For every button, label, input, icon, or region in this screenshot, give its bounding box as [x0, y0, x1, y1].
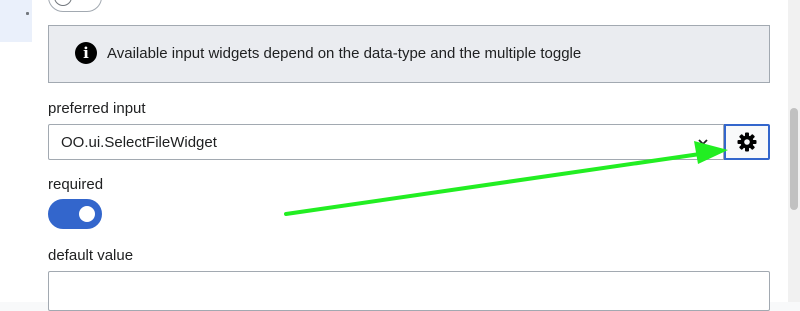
toggle-knob [54, 0, 72, 6]
toggle-knob [79, 206, 95, 222]
required-label: required [48, 176, 104, 193]
nav-indicator-icon [26, 12, 29, 15]
scrollbar-thumb[interactable] [790, 108, 798, 210]
multiple-toggle[interactable] [48, 0, 102, 12]
info-icon: i [75, 42, 97, 64]
default-value-input[interactable] [48, 271, 770, 311]
chevron-down-icon [698, 139, 708, 146]
preferred-input-label: preferred input [48, 100, 146, 117]
required-toggle[interactable] [48, 199, 102, 229]
left-nav-tab[interactable] [0, 0, 32, 42]
gear-icon [737, 132, 757, 152]
widget-settings-button[interactable] [724, 124, 770, 160]
notice-text: Available input widgets depend on the da… [107, 45, 582, 62]
preferred-input-dropdown[interactable]: OO.ui.SelectFileWidget [48, 124, 724, 160]
info-notice: i Available input widgets depend on the … [48, 25, 770, 83]
scrollbar[interactable] [788, 0, 800, 302]
preferred-input-value: OO.ui.SelectFileWidget [61, 134, 217, 151]
default-value-label: default value [48, 247, 134, 264]
left-rail [0, 0, 32, 302]
